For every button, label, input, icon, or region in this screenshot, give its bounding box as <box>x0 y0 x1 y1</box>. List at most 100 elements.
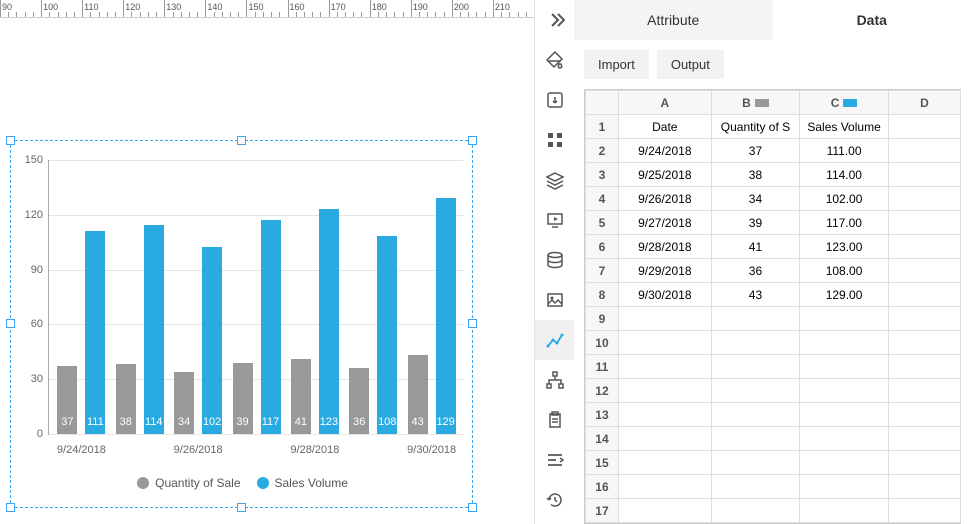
cell-D15[interactable] <box>888 451 960 475</box>
cell-A16[interactable] <box>618 475 711 499</box>
cell-B12[interactable] <box>711 379 800 403</box>
cell-D4[interactable] <box>888 187 960 211</box>
cell-B5[interactable]: 39 <box>711 211 800 235</box>
history-icon[interactable] <box>535 480 575 520</box>
cell-D14[interactable] <box>888 427 960 451</box>
bar-chart[interactable]: 0306090120150371119/24/201838114341029/2… <box>20 160 465 500</box>
cell-D16[interactable] <box>888 475 960 499</box>
cell-B17[interactable] <box>711 499 800 523</box>
cell-D7[interactable] <box>888 259 960 283</box>
cell-C10[interactable] <box>800 331 889 355</box>
cell-B10[interactable] <box>711 331 800 355</box>
resize-handle-e[interactable] <box>468 319 477 328</box>
cell-C1[interactable]: Sales Volume <box>800 115 889 139</box>
row-header-11[interactable]: 11 <box>586 355 619 379</box>
cell-C17[interactable] <box>800 499 889 523</box>
cell-D1[interactable] <box>888 115 960 139</box>
fill-icon[interactable] <box>535 40 575 80</box>
bar-sales[interactable]: 111 <box>85 231 105 435</box>
cell-C11[interactable] <box>800 355 889 379</box>
cell-D11[interactable] <box>888 355 960 379</box>
database-icon[interactable] <box>535 240 575 280</box>
cell-B8[interactable]: 43 <box>711 283 800 307</box>
column-header-A[interactable]: A <box>618 91 711 115</box>
column-header-C[interactable]: C <box>800 91 889 115</box>
cell-B1[interactable]: Quantity of S <box>711 115 800 139</box>
cell-B11[interactable] <box>711 355 800 379</box>
cell-B7[interactable]: 36 <box>711 259 800 283</box>
cell-C8[interactable]: 129.00 <box>800 283 889 307</box>
row-header-10[interactable]: 10 <box>586 331 619 355</box>
cell-A8[interactable]: 9/30/2018 <box>618 283 711 307</box>
bar-sales[interactable]: 102 <box>202 247 222 434</box>
cell-A1[interactable]: Date <box>618 115 711 139</box>
bar-quantity[interactable]: 43 <box>408 355 428 434</box>
align-icon[interactable] <box>535 440 575 480</box>
cell-C16[interactable] <box>800 475 889 499</box>
bar-sales[interactable]: 108 <box>377 236 397 434</box>
collapse-icon[interactable] <box>535 0 575 40</box>
cell-C2[interactable]: 111.00 <box>800 139 889 163</box>
row-header-15[interactable]: 15 <box>586 451 619 475</box>
cell-D9[interactable] <box>888 307 960 331</box>
resize-handle-w[interactable] <box>6 319 15 328</box>
cell-C14[interactable] <box>800 427 889 451</box>
resize-handle-nw[interactable] <box>6 136 15 145</box>
data-spreadsheet[interactable]: ABCD1DateQuantity of SSales Volume29/24/… <box>584 89 961 524</box>
cell-A7[interactable]: 9/29/2018 <box>618 259 711 283</box>
bar-quantity[interactable]: 34 <box>174 372 194 434</box>
cell-A11[interactable] <box>618 355 711 379</box>
cell-A3[interactable]: 9/25/2018 <box>618 163 711 187</box>
bar-quantity[interactable]: 36 <box>349 368 369 434</box>
output-button[interactable]: Output <box>657 50 724 79</box>
row-header-2[interactable]: 2 <box>586 139 619 163</box>
cell-A5[interactable]: 9/27/2018 <box>618 211 711 235</box>
cell-D12[interactable] <box>888 379 960 403</box>
cell-C5[interactable]: 117.00 <box>800 211 889 235</box>
cell-C3[interactable]: 114.00 <box>800 163 889 187</box>
bar-sales[interactable]: 117 <box>261 220 281 435</box>
cell-B9[interactable] <box>711 307 800 331</box>
cell-A9[interactable] <box>618 307 711 331</box>
row-header-12[interactable]: 12 <box>586 379 619 403</box>
bar-quantity[interactable]: 41 <box>291 359 311 434</box>
cell-D3[interactable] <box>888 163 960 187</box>
image-icon[interactable] <box>535 280 575 320</box>
bar-sales[interactable]: 114 <box>144 225 164 434</box>
cell-C9[interactable] <box>800 307 889 331</box>
row-header-4[interactable]: 4 <box>586 187 619 211</box>
cell-B16[interactable] <box>711 475 800 499</box>
cell-C7[interactable]: 108.00 <box>800 259 889 283</box>
sheet-corner[interactable] <box>586 91 619 115</box>
chart-icon[interactable] <box>535 320 575 360</box>
cell-B2[interactable]: 37 <box>711 139 800 163</box>
clipboard-icon[interactable] <box>535 400 575 440</box>
cell-B15[interactable] <box>711 451 800 475</box>
row-header-6[interactable]: 6 <box>586 235 619 259</box>
legend-item[interactable]: Sales Volume <box>257 476 348 490</box>
slideshow-icon[interactable] <box>535 200 575 240</box>
cell-B6[interactable]: 41 <box>711 235 800 259</box>
cell-A4[interactable]: 9/26/2018 <box>618 187 711 211</box>
cell-B14[interactable] <box>711 427 800 451</box>
cell-D5[interactable] <box>888 211 960 235</box>
column-header-D[interactable]: D <box>888 91 960 115</box>
row-header-3[interactable]: 3 <box>586 163 619 187</box>
bar-quantity[interactable]: 38 <box>116 364 136 434</box>
row-header-17[interactable]: 17 <box>586 499 619 523</box>
cell-B13[interactable] <box>711 403 800 427</box>
canvas-area[interactable]: 9010011012013014015016017018019020021022… <box>0 0 534 524</box>
bar-sales[interactable]: 123 <box>319 209 339 435</box>
cell-D8[interactable] <box>888 283 960 307</box>
resize-handle-se[interactable] <box>468 503 477 512</box>
bar-sales[interactable]: 129 <box>436 198 456 435</box>
cell-D6[interactable] <box>888 235 960 259</box>
row-header-16[interactable]: 16 <box>586 475 619 499</box>
resize-handle-sw[interactable] <box>6 503 15 512</box>
import-button[interactable]: Import <box>584 50 649 79</box>
legend-item[interactable]: Quantity of Sale <box>137 476 240 490</box>
tab-attribute[interactable]: Attribute <box>574 0 773 40</box>
column-header-B[interactable]: B <box>711 91 800 115</box>
cell-B4[interactable]: 34 <box>711 187 800 211</box>
row-header-5[interactable]: 5 <box>586 211 619 235</box>
